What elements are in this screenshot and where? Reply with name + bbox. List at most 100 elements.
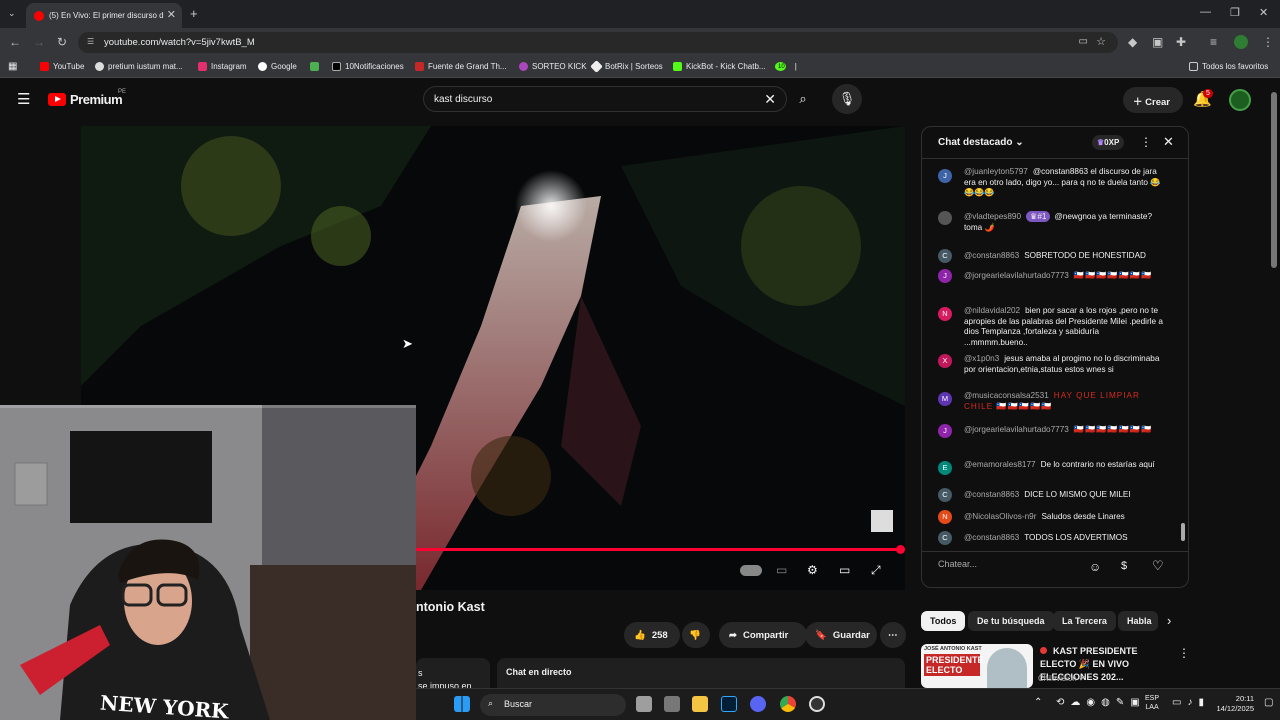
clear-search-icon[interactable]: ✕ xyxy=(764,91,776,108)
close-chat-icon[interactable]: ✕ xyxy=(1163,134,1174,150)
chat-author[interactable]: @NicolasOlivos-n9r xyxy=(964,512,1036,521)
apps-grid-icon[interactable]: ▦ xyxy=(8,61,17,72)
notification-center-icon[interactable]: ▢ xyxy=(1264,697,1273,708)
share-button[interactable]: ➦ Compartir xyxy=(719,622,807,648)
reading-list-icon[interactable]: ≡ xyxy=(1210,35,1217,49)
video-progress-bar[interactable] xyxy=(416,548,902,551)
like-button[interactable]: 👍 258 xyxy=(624,622,680,648)
dislike-button[interactable]: 👎 xyxy=(682,622,710,648)
autoplay-toggle[interactable] xyxy=(740,565,762,576)
avatar[interactable]: J xyxy=(938,424,952,438)
search-icon[interactable]: ⌕ xyxy=(787,86,819,112)
chat-author[interactable]: @juanleyton5797 xyxy=(964,167,1028,176)
avatar[interactable] xyxy=(938,211,952,225)
close-tab-icon[interactable]: ✕ xyxy=(167,8,176,21)
settings-gear-icon[interactable]: ⚙ xyxy=(807,563,818,577)
bookmark-pretium[interactable]: pretium iustum mat... xyxy=(95,62,183,71)
photoshop-icon[interactable] xyxy=(721,696,737,712)
bookmark-star-icon[interactable]: ☆ xyxy=(1096,35,1106,48)
extension-icon-2[interactable]: ▣ xyxy=(1152,35,1163,49)
fullscreen-icon[interactable]: ⤢ xyxy=(871,563,881,578)
avatar[interactable]: J xyxy=(938,169,952,183)
related-channel[interactable]: Chilevisión ✔ xyxy=(1038,674,1086,683)
language-indicator[interactable]: ESP LAA xyxy=(1145,694,1159,712)
chip-todos[interactable]: Todos xyxy=(921,611,966,631)
reload-icon[interactable]: ↻ xyxy=(57,35,67,49)
chat-author[interactable]: @vladtepes890 xyxy=(964,212,1021,221)
chat-input[interactable]: Chatear... xyxy=(938,559,1088,569)
tab-search-icon[interactable]: ⌄ xyxy=(8,8,16,19)
minimize-icon[interactable]: — xyxy=(1200,6,1211,18)
bookmark-kickbot[interactable]: KickBot - Kick Chatb... xyxy=(673,62,766,71)
save-button[interactable]: 🔖 Guardar xyxy=(805,622,877,648)
hamburger-menu-icon[interactable]: ☰ xyxy=(17,90,30,108)
profile-avatar[interactable] xyxy=(1234,35,1248,49)
taskbar-search-input[interactable]: ⌕ Buscar xyxy=(480,694,626,716)
chat-menu-icon[interactable]: ⋮ xyxy=(1140,135,1152,149)
chip-habla[interactable]: Habla xyxy=(1118,611,1158,631)
related-menu-icon[interactable]: ⋮ xyxy=(1178,646,1190,660)
close-window-icon[interactable]: ✕ xyxy=(1259,6,1268,19)
bookmark-extra[interactable] xyxy=(310,62,319,71)
bookmark-instagram[interactable]: Instagram xyxy=(198,62,247,71)
back-icon[interactable]: ← xyxy=(9,35,21,49)
youtube-logo[interactable]: Premium xyxy=(48,92,123,107)
chat-author[interactable]: @constan8863 xyxy=(964,490,1019,499)
chat-author[interactable]: @nildavidal202 xyxy=(964,306,1020,315)
create-button[interactable]: ＋ Crear xyxy=(1123,87,1183,113)
obs-icon[interactable] xyxy=(809,696,825,712)
site-info-icon[interactable]: ☰ xyxy=(87,37,94,46)
page-scrollbar[interactable] xyxy=(1271,92,1277,268)
bookmark-10[interactable]: 10 | xyxy=(775,62,797,71)
bookmark-botrix[interactable]: BotRix | Sorteos xyxy=(590,60,663,73)
network-volume-icons[interactable]: ▭♪▮ xyxy=(1172,697,1210,708)
avatar[interactable]: M xyxy=(938,392,952,406)
chat-author[interactable]: @emamorales8177 xyxy=(964,460,1036,469)
chat-author[interactable]: @constan8863 xyxy=(964,533,1019,542)
bookmark-grand-theft[interactable]: Fuente de Grand Th... xyxy=(415,62,507,71)
bookmark-google[interactable]: Google xyxy=(258,62,297,71)
avatar[interactable]: X xyxy=(938,354,952,368)
chat-author[interactable]: @musicaconsalsa2531 xyxy=(964,391,1049,400)
search-input[interactable]: kast discurso ✕ xyxy=(423,86,787,112)
emoji-icon[interactable]: ☺ xyxy=(1089,560,1101,574)
chat-scrollbar[interactable] xyxy=(1181,523,1185,541)
avatar[interactable]: N xyxy=(938,307,952,321)
chip-la-tercera[interactable]: La Tercera xyxy=(1053,611,1116,631)
bookmark-notificaciones[interactable]: 10Notificaciones xyxy=(332,62,404,71)
task-view-icon[interactable] xyxy=(636,696,652,712)
bookmark-youtube[interactable]: YouTube xyxy=(40,62,84,71)
account-avatar[interactable] xyxy=(1229,89,1251,111)
file-explorer-icon[interactable] xyxy=(692,696,708,712)
start-button-icon[interactable] xyxy=(454,696,470,712)
chat-author[interactable]: @x1p0n3 xyxy=(964,354,999,363)
chat-author[interactable]: @jorgearielavilahurtado7773 xyxy=(964,271,1069,280)
related-thumbnail[interactable]: JOSÉ ANTONIO KAST PRESIDENTE ELECTO xyxy=(921,644,1033,688)
restore-icon[interactable]: ❐ xyxy=(1230,6,1240,19)
voice-search-icon[interactable]: 🎙 xyxy=(832,84,862,114)
avatar[interactable]: N xyxy=(938,510,952,524)
discord-icon[interactable] xyxy=(750,696,766,712)
bookmark-sorteo-kick[interactable]: SORTEO KICK xyxy=(519,62,587,71)
chat-mode-selector[interactable]: Chat destacado ⌄ xyxy=(938,137,1024,148)
xp-badge[interactable]: ♛0XP xyxy=(1092,135,1125,150)
chat-author[interactable]: @constan8863 xyxy=(964,251,1019,260)
heart-icon[interactable]: ♡ xyxy=(1152,558,1164,574)
browser-menu-icon[interactable]: ⋮ xyxy=(1262,35,1274,49)
subtitles-icon[interactable]: ▭ xyxy=(776,563,787,577)
all-bookmarks[interactable]: Todos los favoritos xyxy=(1189,62,1268,71)
avatar[interactable]: C xyxy=(938,531,952,545)
avatar[interactable]: C xyxy=(938,488,952,502)
app-icon[interactable] xyxy=(664,696,680,712)
chat-author[interactable]: @jorgearielavilahurtado7773 xyxy=(964,425,1069,434)
extension-icon[interactable]: ◆ xyxy=(1128,35,1137,49)
tray-icons[interactable]: ⟲☁◉◍✎▣ xyxy=(1056,697,1146,708)
chip-de-tu-busqueda[interactable]: De tu búsqueda xyxy=(968,611,1054,631)
chrome-icon[interactable] xyxy=(780,696,796,712)
forward-icon[interactable]: → xyxy=(33,35,45,49)
more-actions-icon[interactable]: ⋯ xyxy=(880,622,906,648)
theater-mode-icon[interactable]: ▭ xyxy=(839,563,850,577)
progress-scrubber[interactable] xyxy=(896,545,905,554)
super-chat-icon[interactable]: $ xyxy=(1121,560,1127,572)
cast-icon[interactable]: ▭ xyxy=(1079,36,1088,47)
